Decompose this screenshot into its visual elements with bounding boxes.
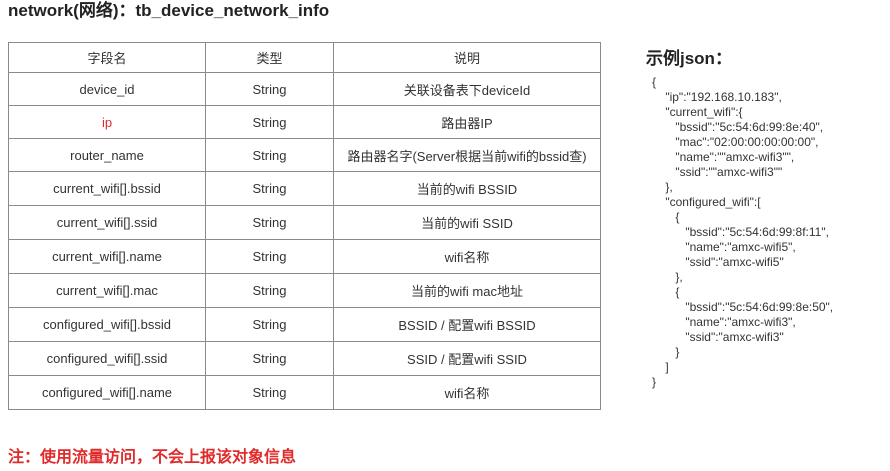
json-line: "ssid":"amxc-wifi5" (652, 255, 784, 269)
json-line: "bssid":"5c:54:6d:99:8e:50", (652, 300, 834, 314)
table-row: configured_wifi[].name String wifi名称 (8, 375, 601, 410)
table-row: current_wifi[].ssid String 当前的wifi SSID (8, 205, 601, 240)
cell-field: ip (8, 105, 206, 139)
json-line: "configured_wifi":[ (652, 195, 761, 209)
cell-field: configured_wifi[].ssid (8, 341, 206, 376)
json-example-code: { "ip":"192.168.10.183", "current_wifi":… (652, 75, 833, 390)
json-line: } (652, 345, 680, 359)
usage-note: 注：使用流量访问，不会上报该对象信息 (8, 449, 297, 466)
cell-description: wifi名称 (333, 239, 601, 274)
json-line: "ssid":"amxc-wifi3" (652, 330, 784, 344)
cell-field: current_wifi[].bssid (8, 171, 206, 206)
table-row: current_wifi[].mac String 当前的wifi mac地址 (8, 273, 601, 308)
page-title: network(网络)：tb_device_network_info (8, 1, 330, 20)
cell-type: String (205, 273, 334, 308)
json-line: "name":""amxc-wifi3"", (652, 150, 795, 164)
table-row: device_id String 关联设备表下deviceId (8, 72, 601, 106)
json-line: "name":"amxc-wifi5", (652, 240, 796, 254)
cell-description: 关联设备表下deviceId (333, 72, 601, 106)
cell-field: current_wifi[].name (8, 239, 206, 274)
cell-type: String (205, 239, 334, 274)
json-line: "ip":"192.168.10.183", (652, 90, 782, 104)
cell-field: configured_wifi[].name (8, 375, 206, 410)
table-row: ip String 路由器IP (8, 105, 601, 139)
json-line: { (652, 285, 680, 299)
json-line: "mac":"02:00:00:00:00:00", (652, 135, 819, 149)
json-example-title: 示例json： (646, 49, 732, 68)
cell-field: router_name (8, 138, 206, 172)
cell-description: BSSID / 配置wifi BSSID (333, 307, 601, 342)
cell-type: String (205, 375, 334, 410)
json-line: }, (652, 270, 683, 284)
cell-field: current_wifi[].ssid (8, 205, 206, 240)
header-type: 类型 (205, 42, 334, 73)
json-line: "name":"amxc-wifi3", (652, 315, 796, 329)
json-line: "bssid":"5c:54:6d:99:8f:11", (652, 225, 829, 239)
cell-field: current_wifi[].mac (8, 273, 206, 308)
json-line: "bssid":"5c:54:6d:99:8e:40", (652, 120, 824, 134)
json-line: "current_wifi":{ (652, 105, 743, 119)
cell-description: wifi名称 (333, 375, 601, 410)
header-field-name: 字段名 (8, 42, 206, 73)
cell-type: String (205, 307, 334, 342)
cell-description: 路由器名字(Server根据当前wifi的bssid查) (333, 138, 601, 172)
table-row: configured_wifi[].ssid String SSID / 配置w… (8, 341, 601, 376)
cell-field: device_id (8, 72, 206, 106)
table-row: current_wifi[].bssid String 当前的wifi BSSI… (8, 171, 601, 206)
field-table: 字段名 类型 说明 device_id String 关联设备表下deviceI… (8, 42, 601, 410)
table-header-row: 字段名 类型 说明 (8, 42, 601, 73)
cell-type: String (205, 105, 334, 139)
header-description: 说明 (333, 42, 601, 73)
cell-type: String (205, 205, 334, 240)
cell-type: String (205, 341, 334, 376)
cell-description: 当前的wifi BSSID (333, 171, 601, 206)
cell-type: String (205, 138, 334, 172)
cell-description: 路由器IP (333, 105, 601, 139)
cell-description: 当前的wifi SSID (333, 205, 601, 240)
json-line: }, (652, 180, 673, 194)
json-line: ] (652, 360, 669, 374)
json-line: "ssid":""amxc-wifi3"" (652, 165, 783, 179)
cell-type: String (205, 72, 334, 106)
json-line: { (652, 210, 680, 224)
cell-field: configured_wifi[].bssid (8, 307, 206, 342)
table-row: current_wifi[].name String wifi名称 (8, 239, 601, 274)
cell-type: String (205, 171, 334, 206)
json-line: } (652, 375, 657, 389)
table-row: router_name String 路由器名字(Server根据当前wifi的… (8, 138, 601, 172)
cell-description: SSID / 配置wifi SSID (333, 341, 601, 376)
table-row: configured_wifi[].bssid String BSSID / 配… (8, 307, 601, 342)
json-line: { (652, 75, 657, 89)
cell-description: 当前的wifi mac地址 (333, 273, 601, 308)
